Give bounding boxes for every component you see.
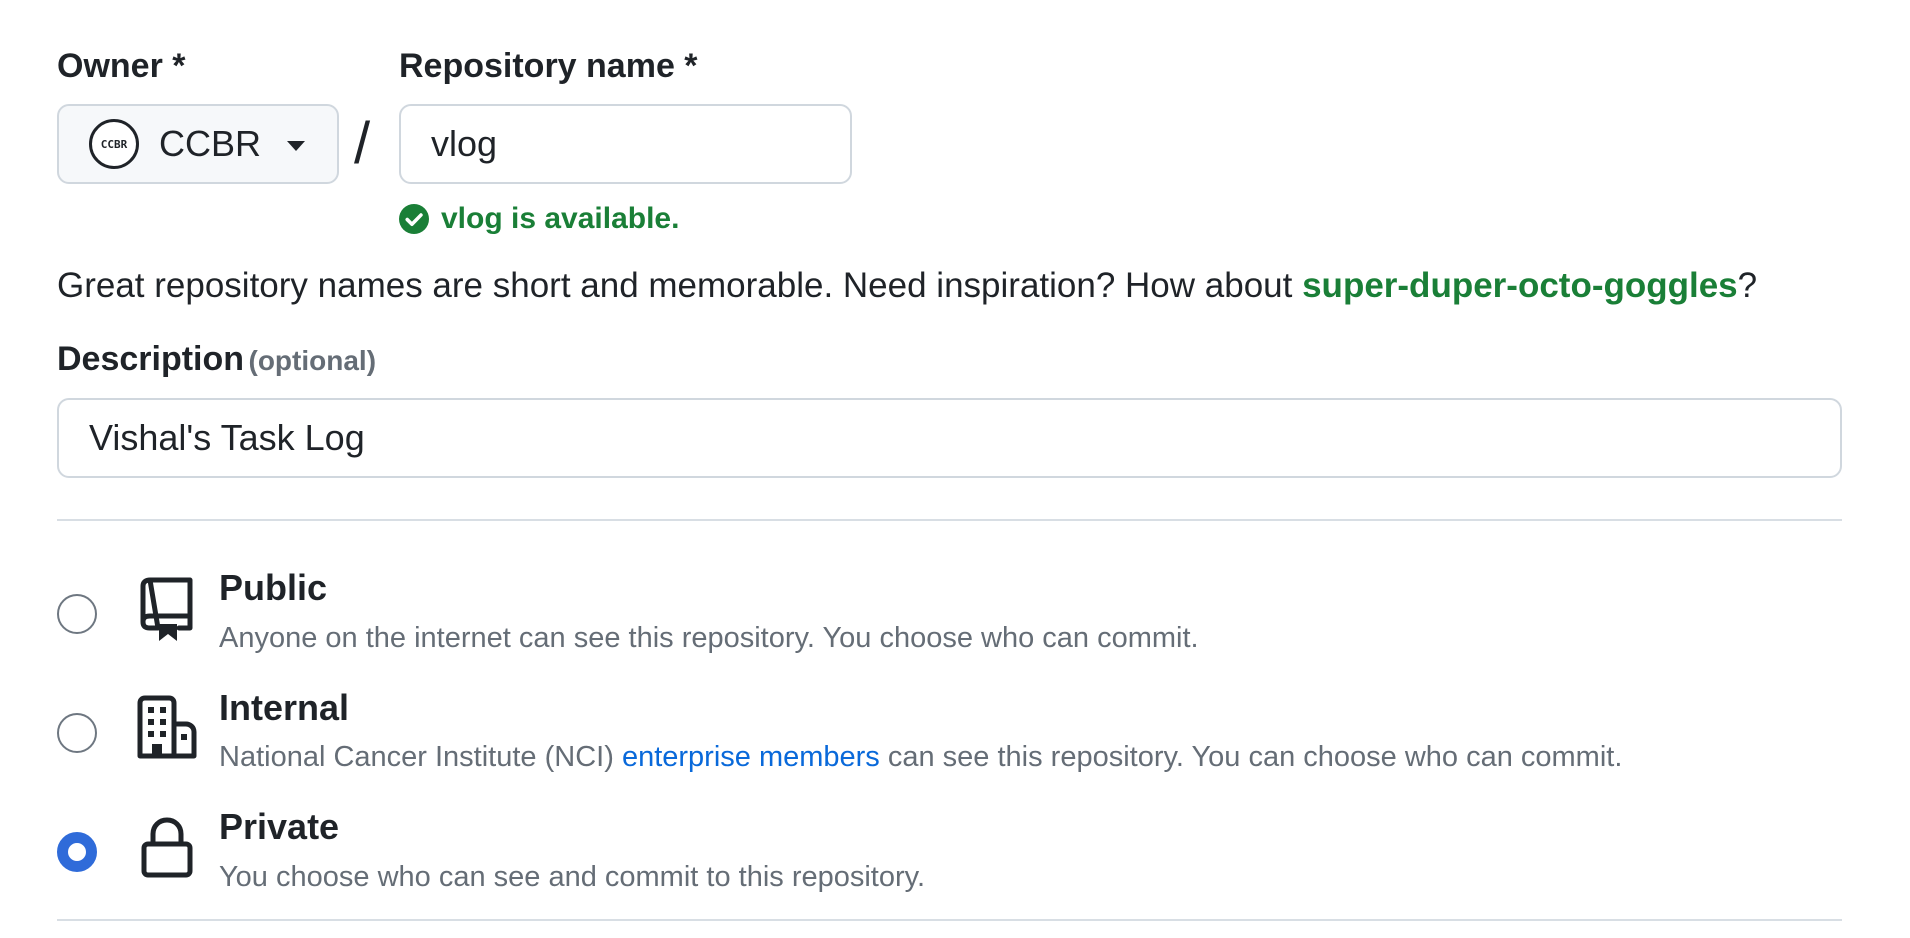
desc-internal-prefix: National Cancer Institute (NCI) [219, 741, 622, 773]
owner-select-button[interactable]: CCBR CCBR [57, 104, 339, 184]
visibility-title-private: Private [219, 806, 340, 847]
hint-prefix: Great repository names are short and mem… [57, 266, 1303, 305]
desc-internal-suffix: can see this repository. You can choose … [879, 741, 1623, 773]
visibility-desc-private: You choose who can see and commit to thi… [219, 861, 926, 893]
optional-note: (optional) [248, 345, 377, 376]
owner-name: CCBR [159, 123, 262, 164]
divider-top [57, 519, 1842, 521]
organization-icon [137, 695, 197, 759]
avatar-text: CCBR [100, 137, 128, 151]
check-circle-fill-icon [399, 204, 429, 234]
description-label: Description [57, 340, 245, 378]
visibility-radio-private[interactable] [57, 832, 97, 872]
visibility-radio-internal[interactable] [57, 713, 97, 753]
availability-text: vlog is available. [441, 202, 680, 235]
visibility-desc-public: Anyone on the internet can see this repo… [219, 622, 1199, 654]
visibility-title-internal: Internal [219, 687, 350, 728]
triangle-down-icon [287, 141, 305, 151]
owner-label: Owner * [57, 47, 186, 85]
description-label-row: Description (optional) [57, 340, 376, 379]
lock-icon [141, 817, 193, 878]
owner-repo-separator: / [354, 111, 371, 176]
repo-icon [140, 577, 193, 641]
divider-bottom [57, 919, 1842, 921]
hint-suffix: ? [1737, 266, 1758, 305]
repo-name-hint: Great repository names are short and mem… [57, 266, 1757, 306]
name-suggestion-link[interactable]: super-duper-octo-goggles [1302, 266, 1738, 305]
enterprise-members-link[interactable]: enterprise members [622, 741, 880, 773]
description-input[interactable] [57, 398, 1842, 478]
visibility-desc-internal: National Cancer Institute (NCI) enterpri… [219, 741, 1622, 774]
visibility-title-public: Public [219, 567, 328, 608]
visibility-radio-public[interactable] [57, 594, 97, 634]
availability-message: vlog is available. [399, 202, 679, 236]
repo-name-label: Repository name * [399, 47, 698, 85]
repo-name-input[interactable] [399, 104, 852, 184]
org-avatar: CCBR [89, 119, 139, 169]
